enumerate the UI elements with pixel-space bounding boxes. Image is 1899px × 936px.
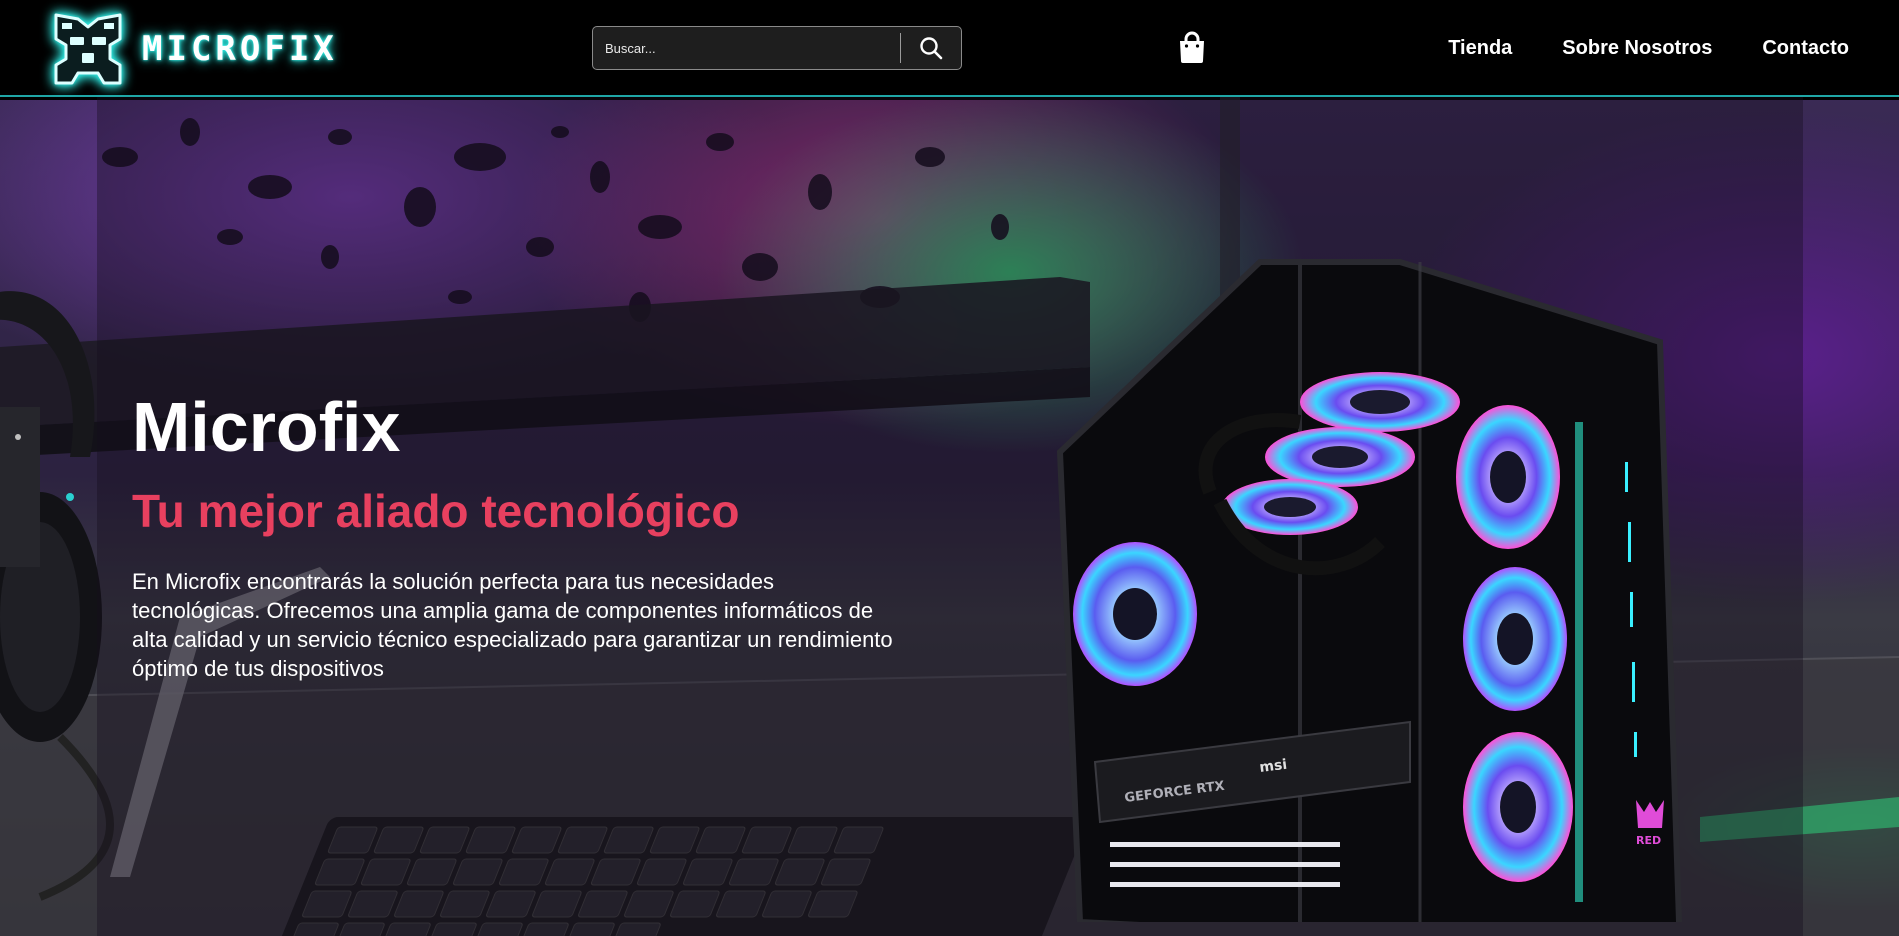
case-badge: RED [1636, 834, 1661, 847]
hero-content: Microfix Tu mejor aliado tecnológico En … [132, 387, 912, 683]
logo-link[interactable]: MICROFIX [48, 9, 338, 89]
gpu-brand: msi [1259, 757, 1288, 776]
shopping-bag-icon [1180, 31, 1204, 63]
nav-link-contacto[interactable]: Contacto [1762, 37, 1849, 60]
nav-link-sobre-nosotros[interactable]: Sobre Nosotros [1562, 37, 1712, 60]
search-button[interactable] [901, 27, 961, 69]
cart-button[interactable] [1177, 30, 1207, 64]
search-icon [920, 37, 943, 60]
pc-case-image: GEFORCE RTX msi RED [1056, 259, 1683, 922]
search-input[interactable] [593, 27, 900, 69]
search-bar [592, 26, 962, 70]
hero-description: En Microfix encontrarás la solución perf… [132, 569, 893, 681]
hero-subtitle: Tu mejor aliado tecnológico [132, 485, 740, 537]
logo-mark-icon [54, 13, 122, 85]
main-nav: Tienda Sobre Nosotros Contacto [1448, 0, 1849, 97]
logo-text: MICROFIX [142, 29, 338, 69]
navbar: MICROFIX Tienda Sobre Nosotros Contacto [0, 0, 1899, 97]
nav-link-tienda[interactable]: Tienda [1448, 37, 1512, 60]
hero-section: GEFORCE RTX msi RED Microfix Tu mejor al… [0, 97, 1899, 936]
hero-title: Microfix [132, 388, 401, 466]
